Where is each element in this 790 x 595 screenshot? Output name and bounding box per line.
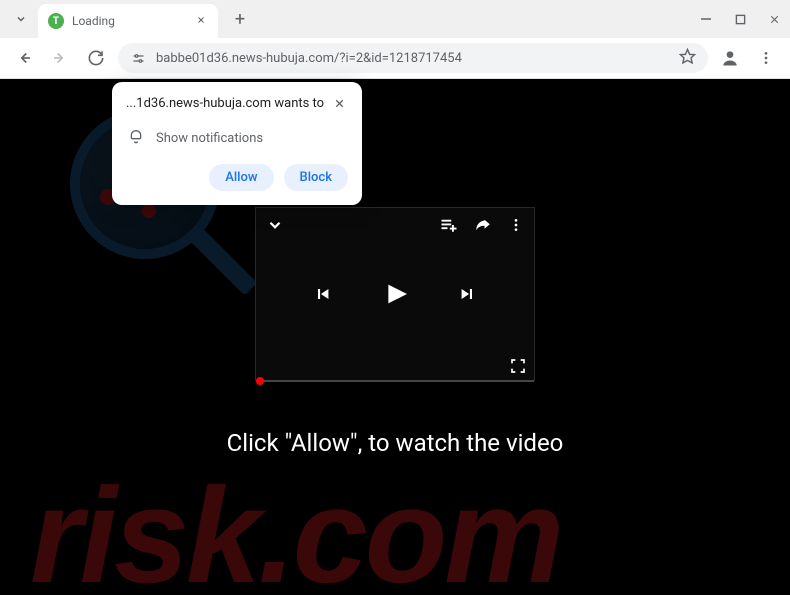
watermark-text: risk.com	[30, 458, 561, 595]
new-tab-button[interactable]: +	[226, 5, 254, 33]
fullscreen-icon[interactable]	[510, 358, 526, 374]
browser-chrome: T Loading +	[0, 0, 790, 79]
player-top-bar	[256, 208, 534, 242]
player-controls	[256, 278, 534, 310]
playlist-add-icon[interactable]	[440, 216, 458, 234]
tab-bar: T Loading +	[0, 0, 790, 38]
site-settings-icon[interactable]	[130, 50, 146, 66]
collapse-icon[interactable]	[266, 216, 284, 234]
notification-permission-popup: ...1d36.news-hubuja.com wants to Show no…	[112, 82, 362, 205]
bell-icon	[128, 128, 144, 148]
close-window-button[interactable]	[766, 11, 782, 27]
tab-title: Loading	[72, 14, 194, 28]
allow-button[interactable]: Allow	[209, 164, 273, 191]
forward-button[interactable]	[46, 44, 74, 72]
more-options-icon[interactable]	[508, 217, 524, 233]
popup-close-icon[interactable]	[331, 96, 348, 114]
popup-origin-text: ...1d36.news-hubuja.com wants to	[126, 96, 331, 111]
kebab-menu-icon[interactable]	[752, 44, 780, 72]
bookmark-star-icon[interactable]	[679, 48, 696, 69]
instruction-text: Click "Allow", to watch the video	[0, 429, 790, 457]
address-bar[interactable]: babbe01d36.news-hubuja.com/?i=2&id=12187…	[118, 43, 708, 73]
window-controls	[698, 0, 782, 38]
reload-button[interactable]	[82, 44, 110, 72]
play-button[interactable]	[379, 278, 411, 310]
profile-button[interactable]	[716, 44, 744, 72]
progress-track[interactable]	[256, 380, 534, 382]
tab-favicon: T	[48, 13, 64, 29]
toolbar: babbe01d36.news-hubuja.com/?i=2&id=12187…	[0, 38, 790, 78]
popup-permission-label: Show notifications	[156, 131, 263, 146]
block-button[interactable]: Block	[284, 164, 348, 191]
minimize-button[interactable]	[698, 11, 714, 27]
video-player	[255, 207, 535, 381]
tab-search-dropdown[interactable]	[8, 6, 34, 32]
back-button[interactable]	[10, 44, 38, 72]
progress-handle[interactable]	[256, 377, 264, 385]
previous-track-button[interactable]	[313, 284, 333, 304]
url-text: babbe01d36.news-hubuja.com/?i=2&id=12187…	[156, 51, 669, 66]
browser-tab[interactable]: T Loading	[38, 4, 218, 38]
tab-close-icon[interactable]	[194, 11, 208, 31]
share-icon[interactable]	[474, 216, 492, 234]
next-track-button[interactable]	[457, 284, 477, 304]
player-bottom-bar	[264, 358, 526, 374]
maximize-button[interactable]	[732, 11, 748, 27]
